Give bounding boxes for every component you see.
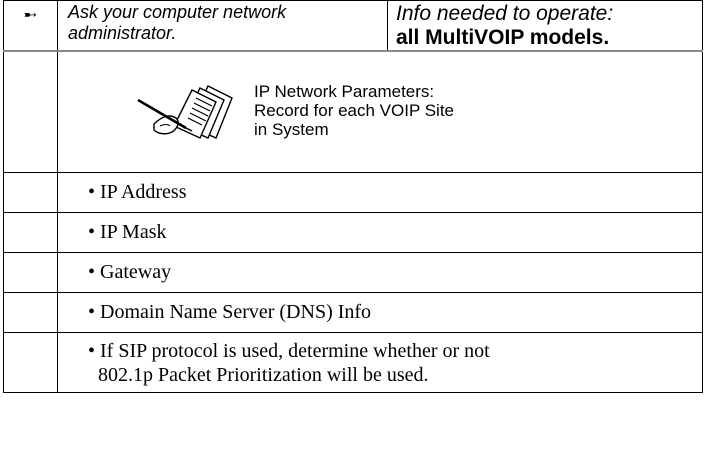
bullet: •: [88, 221, 96, 243]
row-marker-cell: [3, 292, 58, 333]
table-row: • IP Address: [3, 172, 703, 213]
section-title-line-2: Record for each VOIP Site: [254, 101, 455, 120]
section-heading: IP Network Parameters: Record for each V…: [136, 80, 454, 142]
list-item-ip-mask: • IP Mask: [57, 212, 703, 253]
marker-cell: ➸: [3, 0, 58, 52]
item-text-line-2: 802.1p Packet Prioritization will be use…: [98, 364, 429, 386]
item-text-line-1: If SIP protocol is used, determine wheth…: [100, 340, 490, 362]
header-row: ➸ Ask your computer network administrato…: [3, 0, 703, 52]
table-row: • Domain Name Server (DNS) Info: [3, 292, 703, 333]
writing-hand-papers-icon: [137, 85, 233, 139]
info-needed-label: Info needed to operate:: [396, 2, 614, 25]
parameters-worksheet-table: ➸ Ask your computer network administrato…: [3, 0, 703, 393]
section-header-cell: IP Network Parameters: Record for each V…: [57, 50, 703, 173]
section-title-line-3: in System: [254, 120, 329, 139]
row-marker-cell: [3, 332, 58, 393]
table-row: • If SIP protocol is used, determine whe…: [3, 332, 703, 393]
list-item-ip-address: • IP Address: [57, 172, 703, 213]
row-marker-cell: [3, 252, 58, 293]
section-title-line-1: IP Network Parameters:: [254, 82, 435, 101]
section-title: IP Network Parameters: Record for each V…: [254, 82, 454, 139]
item-line-1: • If SIP protocol is used, determine whe…: [88, 339, 690, 363]
row-marker-cell: [3, 172, 58, 213]
item-text: IP Mask: [100, 221, 167, 243]
table-row: • Gateway: [3, 252, 703, 293]
bullet: •: [88, 181, 96, 203]
list-item-dns-info: • Domain Name Server (DNS) Info: [57, 292, 703, 333]
list-item-gateway: • Gateway: [57, 252, 703, 293]
bullet: •: [88, 340, 96, 362]
item-text: Domain Name Server (DNS) Info: [100, 301, 372, 323]
info-needed-cell: Info needed to operate: all MultiVOIP mo…: [387, 0, 703, 52]
table-row: • IP Mask: [3, 212, 703, 253]
item-text: Gateway: [100, 261, 172, 283]
admin-note: Ask your computer network administrator.: [57, 0, 388, 52]
section-header-row: IP Network Parameters: Record for each V…: [3, 50, 703, 173]
list-item-sip-prioritization: • If SIP protocol is used, determine whe…: [57, 332, 703, 393]
bullet: •: [88, 301, 96, 323]
item-text: IP Address: [100, 181, 187, 203]
models-label: all MultiVOIP models.: [396, 26, 610, 49]
section-marker-cell: [3, 50, 58, 173]
row-marker-cell: [3, 212, 58, 253]
bullet: •: [88, 261, 96, 283]
arrow-right-icon: ➸: [23, 5, 38, 24]
